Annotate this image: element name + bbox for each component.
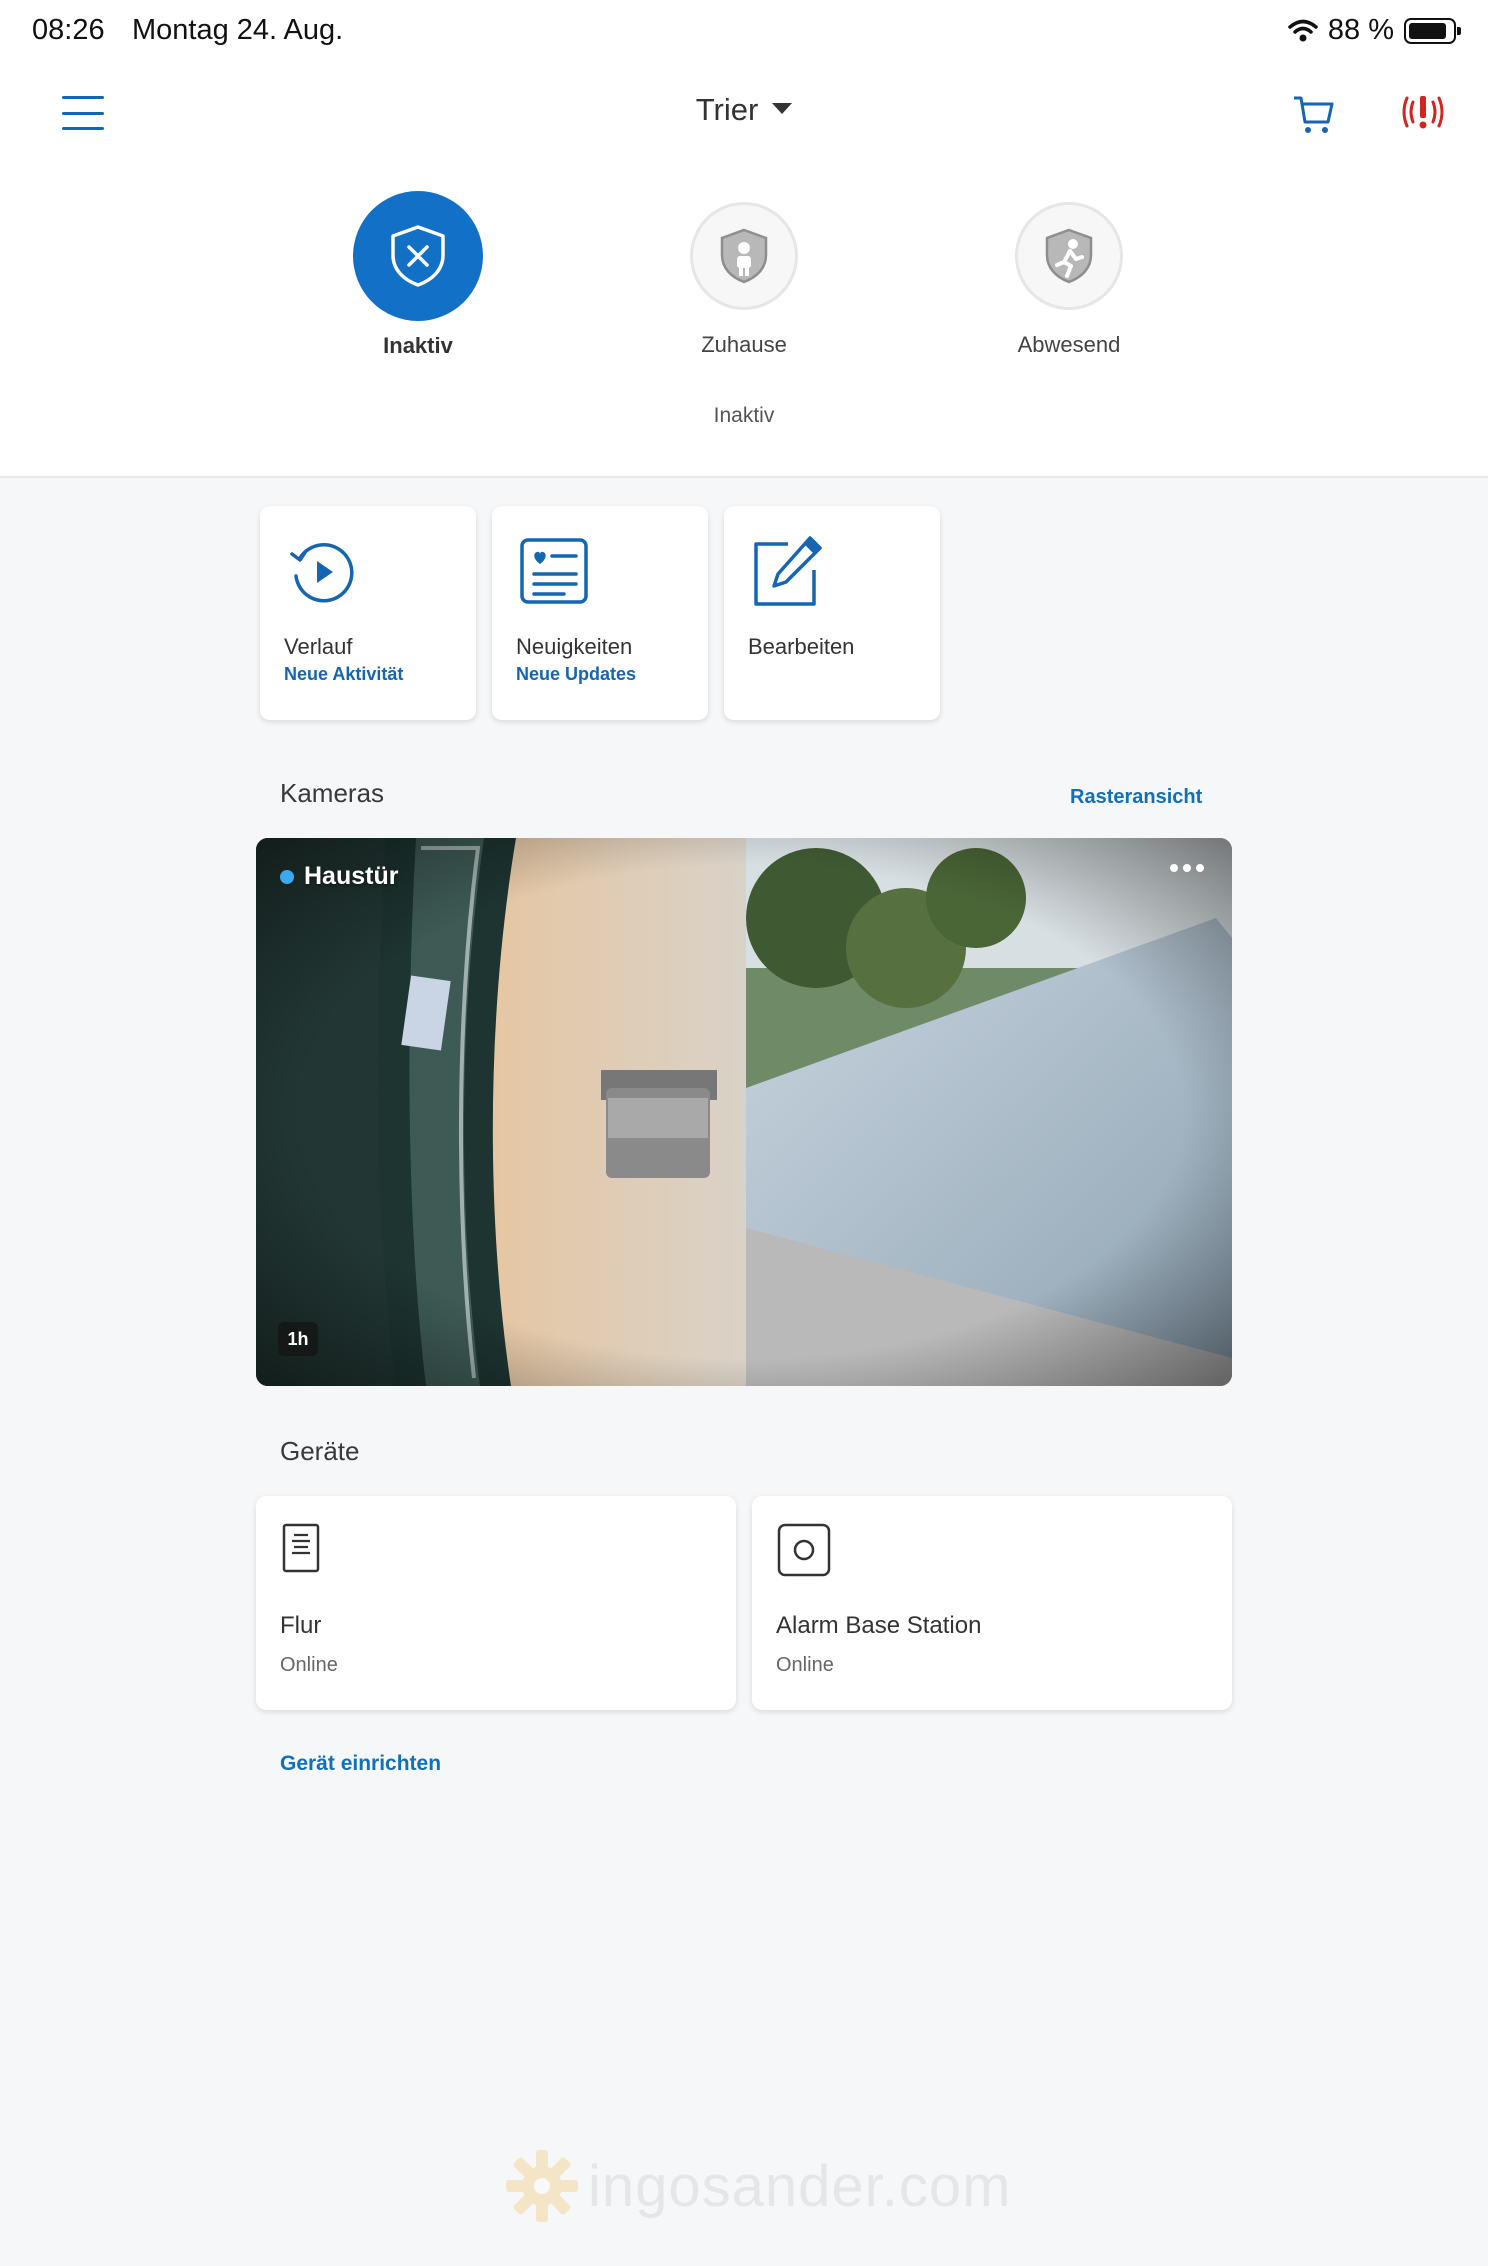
device-card-base-station[interactable]: Alarm Base Station Online: [752, 1496, 1232, 1710]
more-options-icon[interactable]: [1170, 864, 1204, 872]
device-card-flur[interactable]: Flur Online: [256, 1496, 736, 1710]
tile-bearbeiten-title: Bearbeiten: [748, 634, 855, 659]
tile-neuigkeiten-subtitle: Neue Updates: [516, 664, 637, 684]
chevron-down-icon: [772, 103, 793, 115]
camera-online-dot: [280, 869, 294, 884]
watermark: ingosander.com: [504, 2148, 1011, 2224]
header-area: 08:26 Montag 24. Aug. 88 % Trier Inaktiv…: [0, 0, 1488, 478]
shield-running-icon: [1045, 228, 1093, 284]
tile-neuigkeiten-title: Neuigkeiten: [516, 634, 633, 659]
battery-percent: 88 %: [1327, 14, 1394, 46]
mode-abwesend-circle: [1015, 202, 1123, 310]
setup-device-link[interactable]: Gerät einrichten: [280, 1752, 441, 1776]
shield-x-icon: [391, 225, 445, 287]
tile-verlauf-subtitle: Neue Aktivität: [284, 664, 404, 684]
gear-icon: [506, 2150, 578, 2222]
battery-icon: [1404, 17, 1461, 44]
mode-zuhause-circle: [690, 202, 798, 310]
mode-abwesend-button[interactable]: Abwesend: [969, 202, 1169, 358]
devices-heading: Geräte: [280, 1436, 360, 1466]
mode-zuhause-label: Zuhause: [701, 332, 787, 357]
location-selector[interactable]: Trier: [0, 92, 1488, 128]
status-time: 08:26: [32, 14, 105, 46]
cart-icon[interactable]: [1290, 92, 1338, 136]
camera-name-label: Haustür: [304, 862, 399, 890]
tile-verlauf[interactable]: Verlauf Neue Aktivität: [260, 506, 476, 720]
location-name: Trier: [695, 92, 759, 127]
mode-abwesend-label: Abwesend: [1017, 332, 1121, 357]
mode-inaktiv-circle: [353, 191, 483, 321]
shield-person-icon: [720, 228, 768, 284]
camera-name: Haustür: [280, 862, 398, 891]
mode-status-text: Inaktiv: [713, 404, 775, 427]
device-base-station-name: Alarm Base Station: [776, 1612, 982, 1639]
mode-inaktiv-button[interactable]: Inaktiv: [318, 191, 518, 359]
mode-inaktiv-label: Inaktiv: [383, 333, 453, 358]
alarm-icon[interactable]: [1398, 92, 1448, 132]
tile-verlauf-title: Verlauf: [284, 634, 353, 659]
device-flur-name: Flur: [280, 1612, 322, 1639]
history-icon: [290, 543, 354, 603]
device-base-station-status: Online: [776, 1654, 834, 1676]
status-date: Montag 24. Aug.: [132, 14, 344, 46]
camera-snapshot: [256, 838, 1232, 1386]
contact-sensor-icon: [282, 1523, 320, 1573]
device-flur-status: Online: [280, 1654, 338, 1676]
base-station-icon: [777, 1523, 831, 1577]
cameras-heading: Kameras: [280, 778, 385, 808]
tile-neuigkeiten[interactable]: Neuigkeiten Neue Updates: [492, 506, 708, 720]
edit-icon: [754, 536, 822, 606]
news-icon: [520, 538, 588, 604]
watermark-text: ingosander.com: [588, 2153, 1012, 2219]
grid-view-link[interactable]: Rasteransicht: [1070, 786, 1202, 809]
status-bar: 08:26 Montag 24. Aug. 88 %: [32, 14, 1461, 54]
camera-card-haustuer[interactable]: Haustür 1h: [256, 838, 1232, 1386]
tile-bearbeiten[interactable]: Bearbeiten: [724, 506, 940, 720]
wifi-icon: [1288, 19, 1318, 41]
camera-age-badge: 1h: [278, 1322, 318, 1356]
mode-zuhause-button[interactable]: Zuhause: [644, 202, 844, 358]
